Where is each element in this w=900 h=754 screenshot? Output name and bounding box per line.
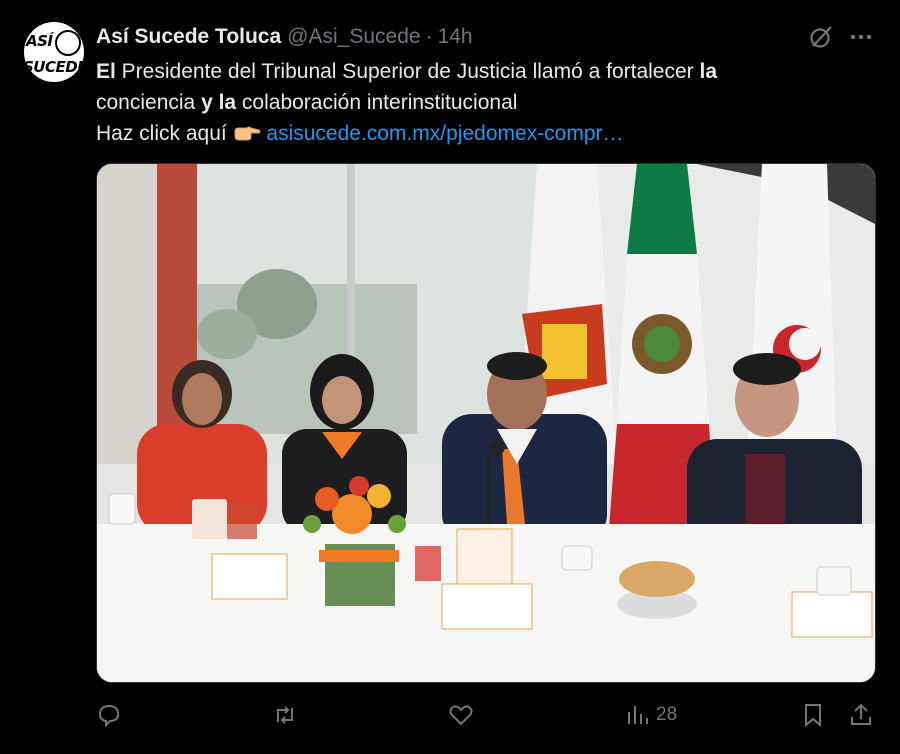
- tweet-text: El Presidente del Tribunal Superior de J…: [96, 56, 876, 149]
- tweet-text-line2: conciencia y la colaboración interinstit…: [96, 87, 876, 118]
- retweet-icon: [277, 706, 293, 724]
- tweet-text-segment: Presidente del Tribunal Superior de Just…: [115, 60, 700, 83]
- views-chart-icon: [628, 706, 648, 724]
- photo-scene: [97, 164, 875, 682]
- tweet-text-bold-el: El: [96, 60, 116, 83]
- tweet-text-bold-la: la: [699, 60, 717, 83]
- separator-dot: ·: [425, 25, 433, 48]
- tweet-text-line1: El Presidente del Tribunal Superior de J…: [96, 56, 876, 87]
- tweet-text-segment: conciencia: [96, 91, 202, 114]
- author-handle[interactable]: @Asi_Sucede: [287, 25, 420, 49]
- avatar-text-line2: SUCEDE: [24, 58, 84, 76]
- grok-icon[interactable]: [808, 24, 834, 50]
- views-count: 28: [656, 704, 678, 725]
- tweet-text-line3: Haz click aquí asisucede.com.mx/pjedomex…: [96, 118, 876, 149]
- bookmark-icon: [805, 704, 821, 728]
- tweet-header: Así Sucede Toluca @Asi_Sucede · 14h: [96, 24, 473, 50]
- tweet-actions: 28: [96, 700, 876, 730]
- reply-icon: [98, 704, 120, 728]
- tweet-text-bold-yla: y la: [201, 91, 237, 114]
- tweet-text-segment: colaboración interinstitucional: [236, 91, 518, 114]
- menu-card: [456, 528, 513, 590]
- heart-icon: [449, 705, 473, 726]
- like-button[interactable]: [448, 700, 474, 730]
- tweet-photo[interactable]: [96, 163, 876, 683]
- tweet-text-segment: Haz click aquí: [96, 122, 233, 145]
- share-button[interactable]: [848, 700, 874, 730]
- author-avatar[interactable]: ASÍ SUCEDE: [24, 22, 84, 82]
- views-button[interactable]: 28: [624, 700, 677, 730]
- reply-button[interactable]: [96, 700, 122, 730]
- bookmark-button[interactable]: [800, 700, 826, 730]
- more-options-icon[interactable]: [848, 26, 874, 48]
- share-icon: [851, 703, 871, 725]
- pointing-right-emoji-icon: [234, 126, 261, 141]
- author-name[interactable]: Así Sucede Toluca: [96, 25, 281, 49]
- name-placard: [791, 591, 873, 638]
- name-placard: [441, 583, 533, 630]
- menu-card: [192, 499, 227, 539]
- name-placard: [211, 553, 288, 600]
- clock-icon: [55, 30, 81, 56]
- tweet-link[interactable]: asisucede.com.mx/pjedomex-compr…: [266, 122, 623, 145]
- retweet-button[interactable]: [272, 700, 298, 730]
- tweet-time[interactable]: 14h: [438, 25, 473, 49]
- microphone-icon: [489, 439, 505, 455]
